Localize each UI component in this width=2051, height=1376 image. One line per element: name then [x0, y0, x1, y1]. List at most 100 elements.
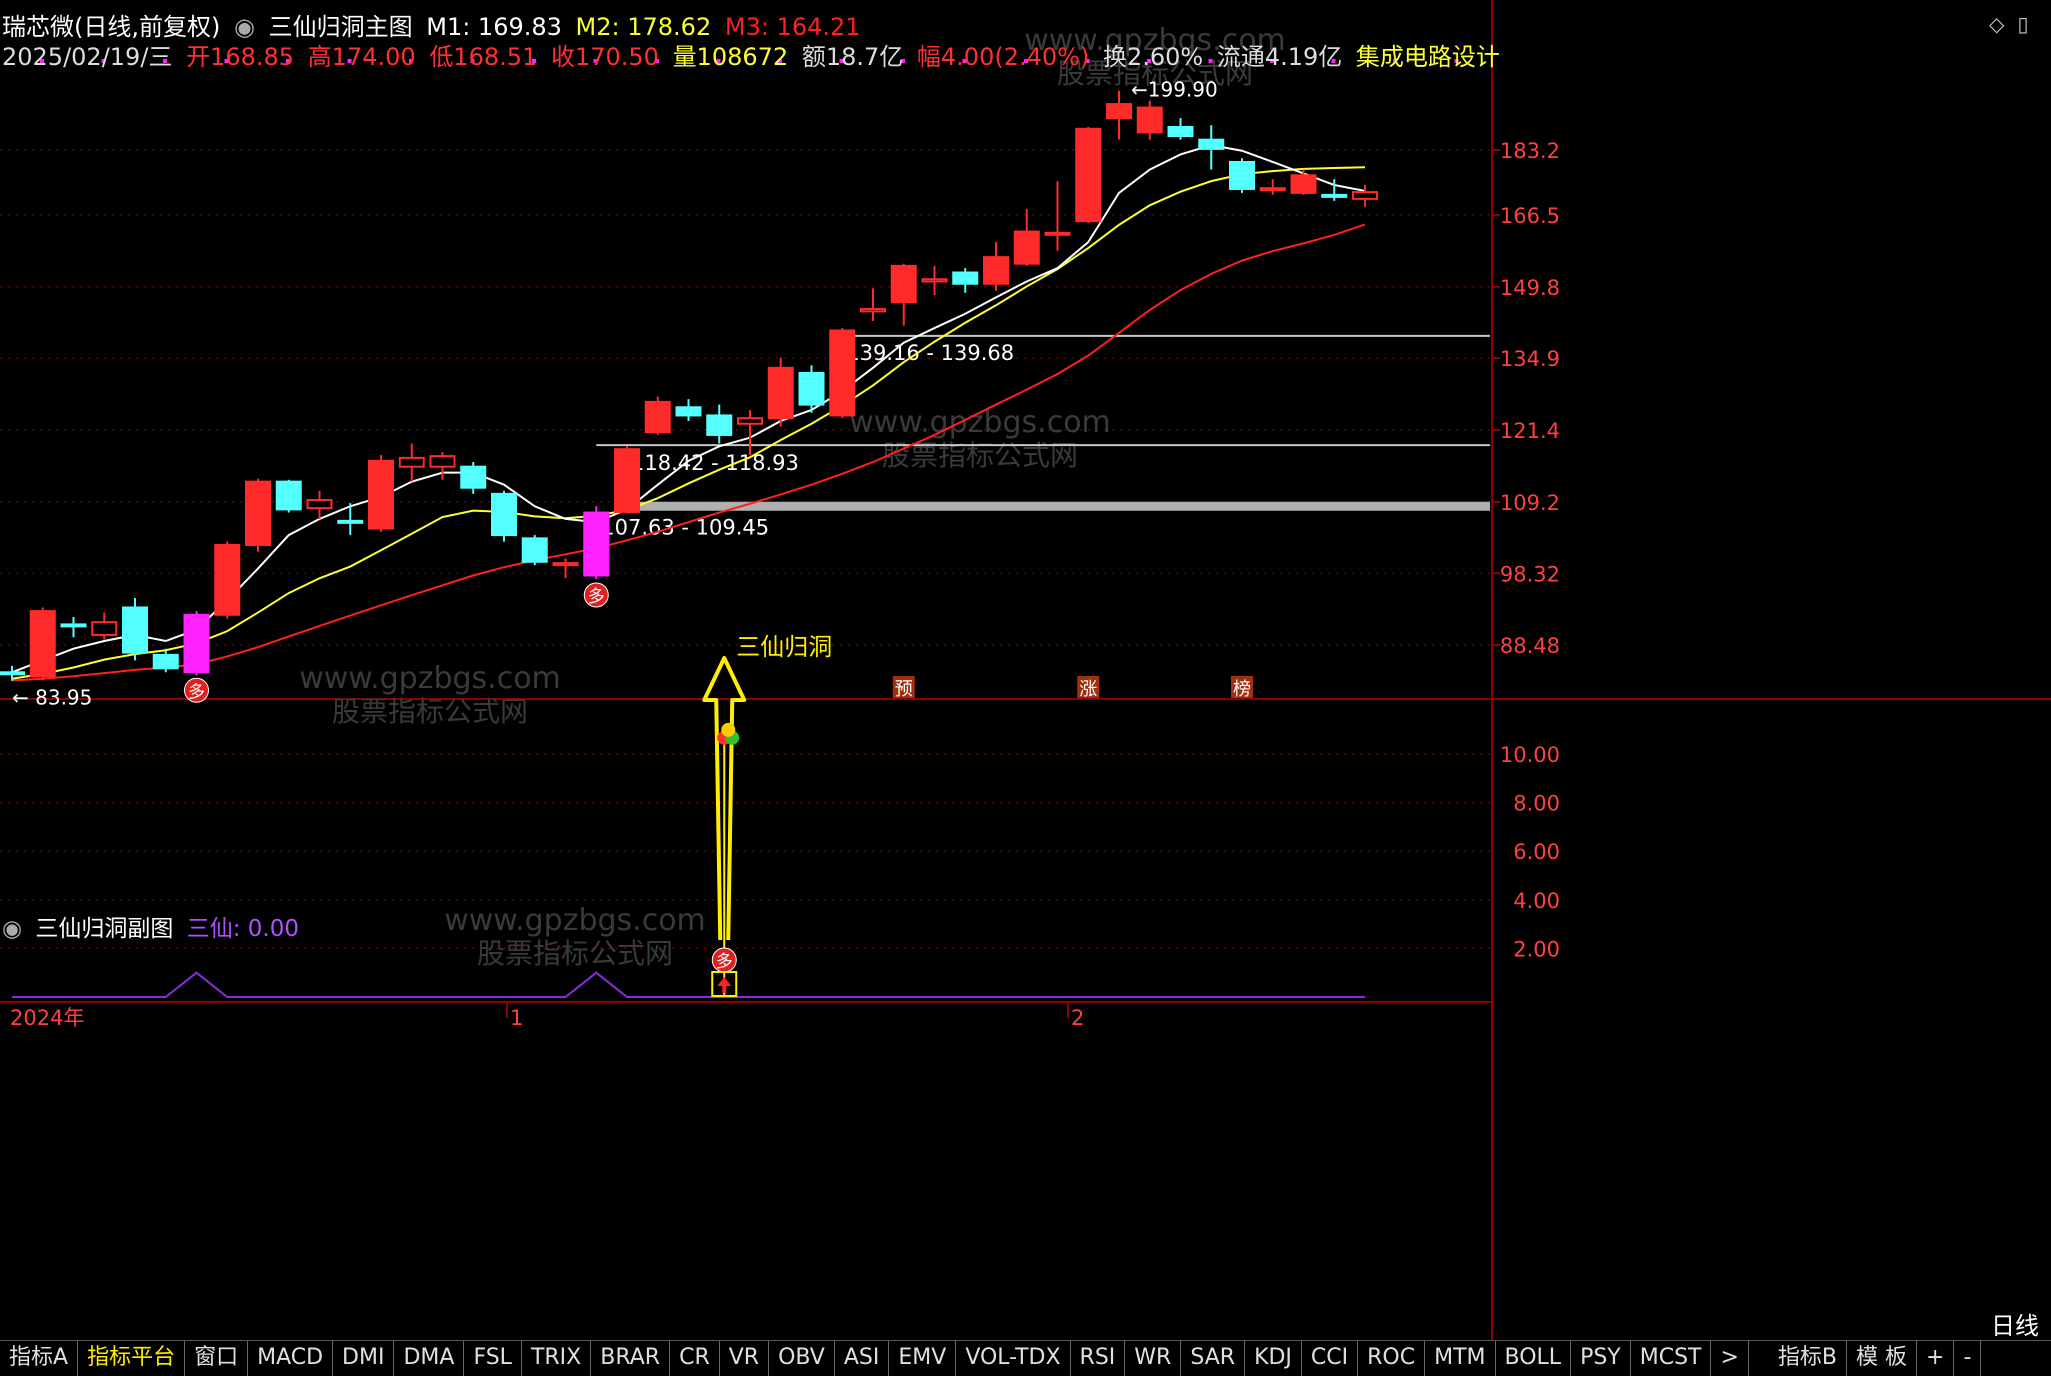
candle[interactable] — [460, 465, 487, 489]
candle[interactable] — [1352, 191, 1378, 200]
tab-16[interactable]: WR — [1125, 1341, 1182, 1376]
candle[interactable] — [890, 264, 917, 304]
tab-24[interactable]: MCST — [1631, 1341, 1712, 1376]
candle[interactable] — [829, 329, 856, 417]
candle[interactable] — [214, 543, 241, 616]
signal-badge-glyph: 多 — [188, 682, 205, 702]
circle-icon[interactable]: ◉ — [2, 916, 22, 942]
tab-9[interactable]: CR — [670, 1341, 720, 1376]
candle[interactable] — [29, 610, 56, 678]
tab-7[interactable]: TRIX — [522, 1341, 592, 1376]
price-tick-label: 183.2 — [1500, 139, 1560, 163]
candle[interactable] — [60, 623, 87, 628]
candle[interactable] — [614, 448, 640, 513]
candle[interactable] — [767, 366, 794, 420]
watermark-name: 股票指标公式网 — [882, 439, 1078, 472]
chart-stage[interactable]: 183.2 166.5 149.8 134.9 121.4 109.2 98.32 88.48… — [0, 0, 2051, 1376]
period-label[interactable]: 日线 — [1991, 1306, 2039, 1341]
candle[interactable] — [245, 480, 271, 546]
tab-25[interactable]: > — [1711, 1341, 1749, 1376]
date-label: 2 — [1071, 1006, 1084, 1030]
circle-icon[interactable]: ◉ — [234, 13, 255, 41]
tab-26[interactable]: 指标B — [1769, 1341, 1848, 1376]
tab-13[interactable]: EMV — [889, 1341, 957, 1376]
tab-18[interactable]: KDJ — [1245, 1341, 1302, 1376]
candle[interactable] — [91, 621, 118, 636]
candle[interactable] — [429, 455, 456, 468]
tab-29[interactable]: - — [1954, 1341, 1982, 1376]
candle[interactable] — [398, 456, 425, 468]
candle[interactable] — [952, 271, 979, 285]
sector-text[interactable]: 集成电路设计 — [1356, 43, 1500, 71]
tab-10[interactable]: VR — [720, 1341, 770, 1376]
tab-4[interactable]: DMI — [333, 1341, 395, 1376]
candle[interactable] — [644, 400, 671, 434]
tab-12[interactable]: ASI — [835, 1341, 890, 1376]
candle[interactable] — [1229, 160, 1255, 190]
tab-22[interactable]: BOLL — [1496, 1341, 1572, 1376]
candle[interactable] — [983, 256, 1009, 285]
candle[interactable] — [1075, 127, 1102, 223]
signal-dot-yellow[interactable] — [721, 722, 736, 737]
tab-21[interactable]: MTM — [1425, 1341, 1496, 1376]
price-tick-label: 88.48 — [1500, 634, 1560, 658]
close-text: 收170.50 — [550, 43, 659, 71]
candle[interactable] — [306, 499, 333, 510]
tab-3[interactable]: MACD — [248, 1341, 334, 1376]
sub-header: ◉ 三仙归洞副图 三仙: 0.00 — [2, 914, 305, 944]
tab-27[interactable]: 模 板 — [1847, 1341, 1918, 1376]
candle[interactable] — [1290, 174, 1317, 194]
candle[interactable] — [521, 537, 548, 563]
sub-indicator-name[interactable]: 三仙归洞副图 — [35, 916, 173, 942]
tab-0[interactable]: 指标A — [0, 1341, 79, 1376]
candle[interactable] — [0, 671, 25, 676]
candle[interactable] — [122, 606, 148, 654]
candle[interactable] — [860, 308, 886, 313]
candle[interactable] — [675, 406, 702, 417]
tab-17[interactable]: SAR — [1181, 1341, 1246, 1376]
candle[interactable] — [1321, 193, 1348, 198]
candle[interactable] — [1198, 138, 1225, 150]
candle[interactable] — [706, 414, 733, 436]
candle[interactable] — [1167, 126, 1194, 138]
tab-6[interactable]: FSL — [464, 1341, 522, 1376]
candle[interactable] — [552, 562, 579, 567]
low-price-label: ← 83.95 — [12, 686, 92, 710]
tab-20[interactable]: ROC — [1358, 1341, 1426, 1376]
candle[interactable] — [798, 371, 825, 406]
tab-11[interactable]: OBV — [769, 1341, 835, 1376]
candle[interactable] — [1259, 187, 1286, 192]
diamond-icon[interactable]: ◇ — [1989, 12, 2004, 36]
candle[interactable] — [1044, 231, 1071, 236]
main-chart[interactable]: 183.2 166.5 149.8 134.9 121.4 109.2 98.32 88.48… — [0, 0, 2051, 1340]
tab-15[interactable]: RSI — [1071, 1341, 1126, 1376]
tab-5[interactable]: DMA — [394, 1341, 465, 1376]
stock-name[interactable]: 瑞芯微(日线,前复权) — [2, 13, 220, 41]
candle[interactable] — [1106, 103, 1132, 120]
tab-8[interactable]: BRAR — [591, 1341, 671, 1376]
marker-text: 涨 — [1079, 679, 1097, 700]
candle[interactable] — [583, 511, 610, 577]
tab-1[interactable]: 指标平台 — [78, 1341, 186, 1376]
candle[interactable] — [921, 278, 948, 283]
tab-23[interactable]: PSY — [1571, 1341, 1631, 1376]
sub-tick-label: 8.00 — [1513, 792, 1560, 816]
candle[interactable] — [491, 492, 517, 537]
tab-14[interactable]: VOL-TDX — [956, 1341, 1071, 1376]
candle[interactable] — [368, 459, 394, 530]
sub-tick-label: 4.00 — [1513, 889, 1560, 913]
candle[interactable] — [1136, 106, 1163, 134]
sub-line — [12, 971, 1365, 998]
candle[interactable] — [1013, 230, 1040, 265]
candle[interactable] — [737, 417, 763, 425]
candle[interactable] — [337, 519, 364, 524]
indicator-name[interactable]: 三仙归洞主图 — [269, 13, 413, 41]
candle[interactable] — [275, 480, 302, 511]
candle[interactable] — [183, 613, 210, 674]
indicator-tabs: 指标A 指标平台 窗口 MACD DMI DMA FSL TRIX BRAR CR VR OBV ASI… — [0, 1340, 2051, 1376]
maximize-icon[interactable]: ▯ — [2017, 12, 2028, 36]
tab-2[interactable]: 窗口 — [185, 1341, 249, 1376]
candle[interactable] — [152, 653, 179, 670]
tab-19[interactable]: CCI — [1302, 1341, 1359, 1376]
tab-28[interactable]: + — [1917, 1341, 1955, 1376]
